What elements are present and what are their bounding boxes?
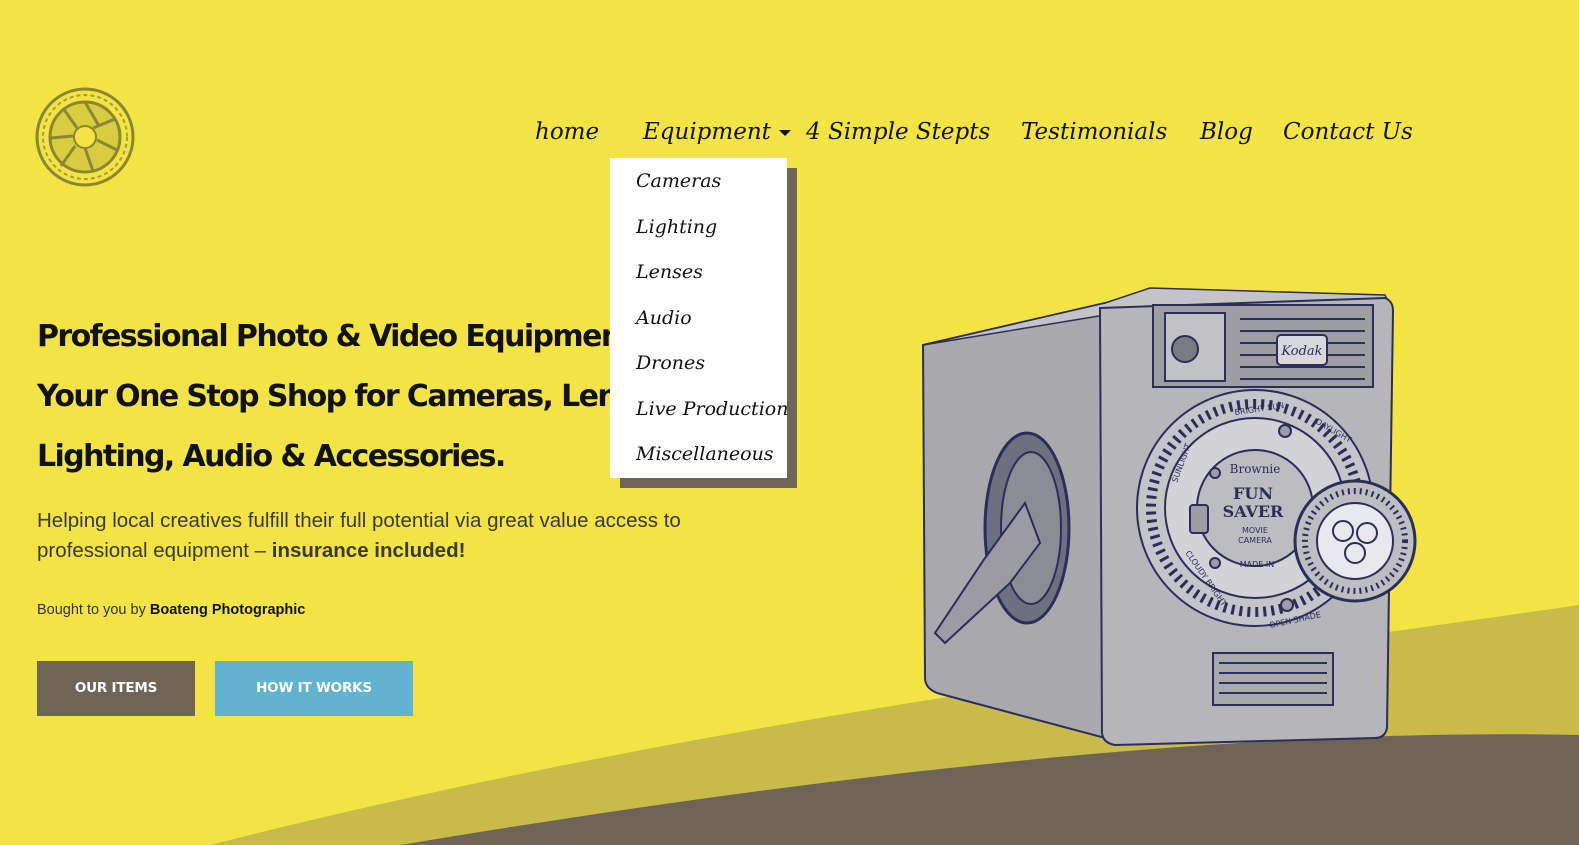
brought-by-brand[interactable]: Boateng Photographic: [150, 602, 305, 618]
brought-by-prefix: Bought to you by: [37, 602, 150, 618]
chevron-down-icon: [778, 130, 791, 136]
dropdown-item-lenses[interactable]: Lenses: [610, 256, 787, 302]
camera-model-fun: FUN: [1233, 484, 1273, 503]
nav-blog[interactable]: Blog: [1200, 112, 1253, 152]
camera-made-in: MADE IN: [1240, 560, 1274, 569]
hero-title-line-1: Professional Photo & Video Equipment Ren…: [37, 319, 637, 354]
hero-subtitle: Helping local creatives fulfill their fu…: [37, 506, 737, 566]
nav-4-simple-steps[interactable]: 4 Simple Stepts: [806, 112, 990, 152]
brought-by: Bought to you by Boateng Photographic: [37, 602, 305, 618]
vintage-movie-camera-image: Kodak Brownie FUN SAVER MOVIE CAMERA MAD…: [921, 287, 1417, 747]
nav-testimonials[interactable]: Testimonials: [1021, 112, 1167, 152]
camera-model-movie: MOVIE: [1242, 526, 1268, 535]
camera-model-camera: CAMERA: [1238, 536, 1272, 545]
hero-subtitle-bold: insurance included!: [271, 539, 466, 562]
hero-title-line-2: Your One Stop Shop for Cameras, Lenses,: [37, 379, 637, 414]
nav-home[interactable]: home: [535, 112, 599, 152]
nav-equipment-label: Equipment: [643, 119, 771, 145]
dropdown-item-lighting[interactable]: Lighting: [610, 211, 787, 257]
camera-model-brownie: Brownie: [1230, 462, 1281, 476]
dropdown-item-miscellaneous[interactable]: Miscellaneous: [610, 438, 787, 484]
our-items-button[interactable]: OUR ITEMS: [37, 661, 195, 716]
dropdown-item-live-production[interactable]: Live Production: [610, 393, 788, 439]
main-nav: home Equipment 4 Simple Stepts Testimoni…: [0, 112, 1579, 152]
nav-equipment[interactable]: Equipment: [643, 112, 791, 152]
equipment-dropdown: Cameras Lighting Lenses Audio Drones Liv…: [610, 158, 788, 478]
camera-brand-text: Kodak: [1280, 344, 1322, 359]
nav-contact-us[interactable]: Contact Us: [1283, 112, 1413, 152]
hero-title-line-3: Lighting, Audio & Accessories.: [37, 439, 506, 474]
dropdown-item-drones[interactable]: Drones: [610, 347, 787, 393]
camera-model-saver: SAVER: [1223, 502, 1284, 521]
hero-title: Professional Photo & Video Equipment Ren…: [37, 307, 637, 487]
dropdown-item-cameras[interactable]: Cameras: [610, 165, 787, 211]
dropdown-item-audio[interactable]: Audio: [610, 302, 787, 348]
how-it-works-button[interactable]: HOW IT WORKS: [215, 661, 413, 716]
